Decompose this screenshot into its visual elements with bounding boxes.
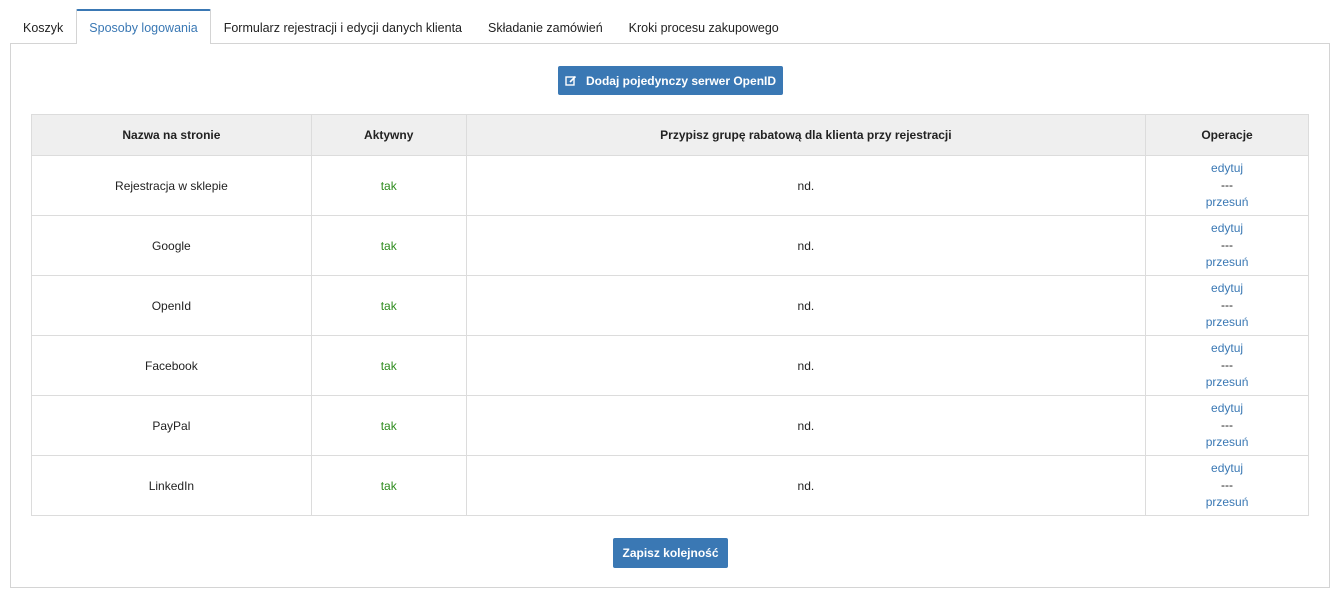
- table-row: Facebook tak nd. edytuj --- przesuń: [31, 335, 1309, 396]
- cell-operations: edytuj --- przesuń: [1145, 275, 1309, 336]
- move-link[interactable]: przesuń: [1147, 314, 1307, 331]
- cell-discount-group: nd.: [465, 455, 1147, 516]
- move-link[interactable]: przesuń: [1147, 254, 1307, 271]
- tab-formularz-rejestracji[interactable]: Formularz rejestracji i edycji danych kl…: [211, 10, 475, 44]
- cell-active: tak: [310, 335, 467, 396]
- cell-discount-group: nd.: [465, 215, 1147, 276]
- operations-separator: ---: [1221, 178, 1234, 192]
- edit-link[interactable]: edytuj: [1147, 340, 1307, 357]
- cell-name: LinkedIn: [31, 455, 312, 516]
- operations-separator: ---: [1221, 298, 1234, 312]
- edit-link[interactable]: edytuj: [1147, 160, 1307, 177]
- cell-name: Google: [31, 215, 312, 276]
- table-row: LinkedIn tak nd. edytuj --- przesuń: [31, 455, 1309, 516]
- column-header-active: Aktywny: [310, 114, 467, 156]
- table-row: Google tak nd. edytuj --- przesuń: [31, 215, 1309, 276]
- edit-link[interactable]: edytuj: [1147, 220, 1307, 237]
- cell-discount-group: nd.: [465, 335, 1147, 396]
- cell-operations: edytuj --- przesuń: [1145, 335, 1309, 396]
- cell-operations: edytuj --- przesuń: [1145, 455, 1309, 516]
- column-header-operations: Operacje: [1145, 114, 1309, 156]
- tab-bar: Koszyk Sposoby logowania Formularz rejes…: [10, 9, 792, 44]
- cell-active: tak: [310, 215, 467, 276]
- cell-active: tak: [310, 275, 467, 336]
- table-row: OpenId tak nd. edytuj --- przesuń: [31, 275, 1309, 336]
- edit-link[interactable]: edytuj: [1147, 400, 1307, 417]
- edit-link[interactable]: edytuj: [1147, 460, 1307, 477]
- table-row: PayPal tak nd. edytuj --- przesuń: [31, 395, 1309, 456]
- tab-koszyk[interactable]: Koszyk: [10, 10, 76, 44]
- cell-name: PayPal: [31, 395, 312, 456]
- move-link[interactable]: przesuń: [1147, 374, 1307, 391]
- table-row: Rejestracja w sklepie tak nd. edytuj ---…: [31, 155, 1309, 216]
- cell-active: tak: [310, 395, 467, 456]
- save-order-button[interactable]: Zapisz kolejność: [613, 538, 728, 568]
- move-link[interactable]: przesuń: [1147, 494, 1307, 511]
- table-header-row: Nazwa na stronie Aktywny Przypisz grupę …: [31, 114, 1309, 156]
- cell-operations: edytuj --- przesuń: [1145, 395, 1309, 456]
- cell-active: tak: [310, 455, 467, 516]
- cell-discount-group: nd.: [465, 155, 1147, 216]
- edit-icon: [565, 75, 577, 87]
- add-openid-server-button[interactable]: Dodaj pojedynczy serwer OpenID: [558, 66, 783, 95]
- cell-operations: edytuj --- przesuń: [1145, 155, 1309, 216]
- move-link[interactable]: przesuń: [1147, 434, 1307, 451]
- tab-kroki-procesu[interactable]: Kroki procesu zakupowego: [616, 10, 792, 44]
- cell-name: OpenId: [31, 275, 312, 336]
- cell-name: Rejestracja w sklepie: [31, 155, 312, 216]
- operations-separator: ---: [1221, 238, 1234, 252]
- cell-discount-group: nd.: [465, 275, 1147, 336]
- cell-active: tak: [310, 155, 467, 216]
- column-header-discount-group: Przypisz grupę rabatową dla klienta przy…: [465, 114, 1147, 156]
- column-header-name: Nazwa na stronie: [31, 114, 312, 156]
- edit-link[interactable]: edytuj: [1147, 280, 1307, 297]
- tab-skladanie-zamowien[interactable]: Składanie zamówień: [475, 10, 616, 44]
- cell-operations: edytuj --- przesuń: [1145, 215, 1309, 276]
- add-openid-server-label: Dodaj pojedynczy serwer OpenID: [585, 73, 777, 88]
- operations-separator: ---: [1221, 418, 1234, 432]
- cell-discount-group: nd.: [465, 395, 1147, 456]
- tab-panel: Dodaj pojedynczy serwer OpenID Nazwa na …: [10, 43, 1330, 588]
- login-methods-table: Nazwa na stronie Aktywny Przypisz grupę …: [31, 114, 1309, 516]
- tab-sposoby-logowania[interactable]: Sposoby logowania: [76, 9, 211, 44]
- operations-separator: ---: [1221, 358, 1234, 372]
- operations-separator: ---: [1221, 478, 1234, 492]
- cell-name: Facebook: [31, 335, 312, 396]
- move-link[interactable]: przesuń: [1147, 194, 1307, 211]
